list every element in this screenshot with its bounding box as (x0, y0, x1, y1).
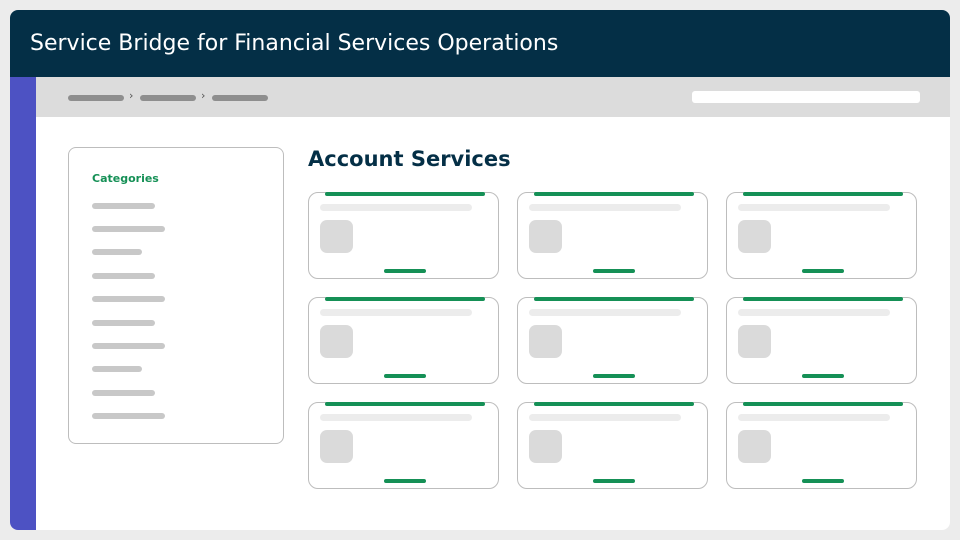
card-action-link[interactable] (802, 374, 844, 378)
card-action-link[interactable] (593, 374, 635, 378)
breadcrumb-item-2[interactable] (140, 95, 196, 101)
card-action-link[interactable] (802, 479, 844, 483)
card-title-placeholder (529, 309, 681, 316)
sidebar-item[interactable] (92, 203, 155, 209)
service-card[interactable] (726, 297, 917, 384)
card-title-placeholder (529, 204, 681, 211)
toolbar: › › (36, 77, 950, 117)
card-accent-bar (743, 192, 903, 196)
card-action-link[interactable] (593, 269, 635, 273)
card-action-link[interactable] (593, 479, 635, 483)
chevron-right-icon: › (129, 89, 134, 102)
sidebar-item[interactable] (92, 249, 142, 255)
app-window: Service Bridge for Financial Services Op… (10, 10, 950, 530)
sidebar-item[interactable] (92, 413, 165, 419)
service-card[interactable] (517, 402, 708, 489)
card-thumbnail (738, 430, 771, 463)
card-accent-bar (534, 402, 694, 406)
card-thumbnail (529, 220, 562, 253)
card-thumbnail (738, 325, 771, 358)
sidebar-item[interactable] (92, 390, 155, 396)
service-card[interactable] (726, 402, 917, 489)
sidebar-heading: Categories (92, 172, 159, 185)
card-title-placeholder (320, 204, 472, 211)
service-card[interactable] (308, 297, 499, 384)
title-bar: Service Bridge for Financial Services Op… (10, 10, 950, 77)
card-accent-bar (325, 192, 485, 196)
sidebar-item[interactable] (92, 296, 165, 302)
card-title-placeholder (320, 309, 472, 316)
card-thumbnail (320, 220, 353, 253)
service-card[interactable] (517, 192, 708, 279)
service-card[interactable] (517, 297, 708, 384)
card-title-placeholder (320, 414, 472, 421)
card-accent-bar (534, 297, 694, 301)
card-title-placeholder (529, 414, 681, 421)
breadcrumb-item-1[interactable] (68, 95, 124, 101)
breadcrumb-item-3[interactable] (212, 95, 268, 101)
search-input[interactable] (692, 91, 920, 103)
card-accent-bar (325, 297, 485, 301)
app-title: Service Bridge for Financial Services Op… (30, 31, 559, 56)
section-title: Account Services (308, 147, 511, 171)
left-nav-rail[interactable] (10, 77, 36, 530)
card-title-placeholder (738, 309, 890, 316)
chevron-right-icon: › (201, 89, 206, 102)
card-action-link[interactable] (384, 374, 426, 378)
card-accent-bar (325, 402, 485, 406)
sidebar-item[interactable] (92, 366, 142, 372)
card-title-placeholder (738, 414, 890, 421)
sidebar-item[interactable] (92, 226, 165, 232)
card-thumbnail (320, 430, 353, 463)
card-thumbnail (320, 325, 353, 358)
sidebar-item[interactable] (92, 320, 155, 326)
card-thumbnail (529, 430, 562, 463)
card-thumbnail (529, 325, 562, 358)
service-card[interactable] (726, 192, 917, 279)
card-title-placeholder (738, 204, 890, 211)
service-card[interactable] (308, 192, 499, 279)
category-sidebar: Categories (68, 147, 284, 444)
service-card[interactable] (308, 402, 499, 489)
sidebar-item[interactable] (92, 273, 155, 279)
sidebar-item[interactable] (92, 343, 165, 349)
card-action-link[interactable] (384, 269, 426, 273)
card-accent-bar (743, 297, 903, 301)
card-thumbnail (738, 220, 771, 253)
card-accent-bar (743, 402, 903, 406)
card-accent-bar (534, 192, 694, 196)
card-action-link[interactable] (384, 479, 426, 483)
card-action-link[interactable] (802, 269, 844, 273)
